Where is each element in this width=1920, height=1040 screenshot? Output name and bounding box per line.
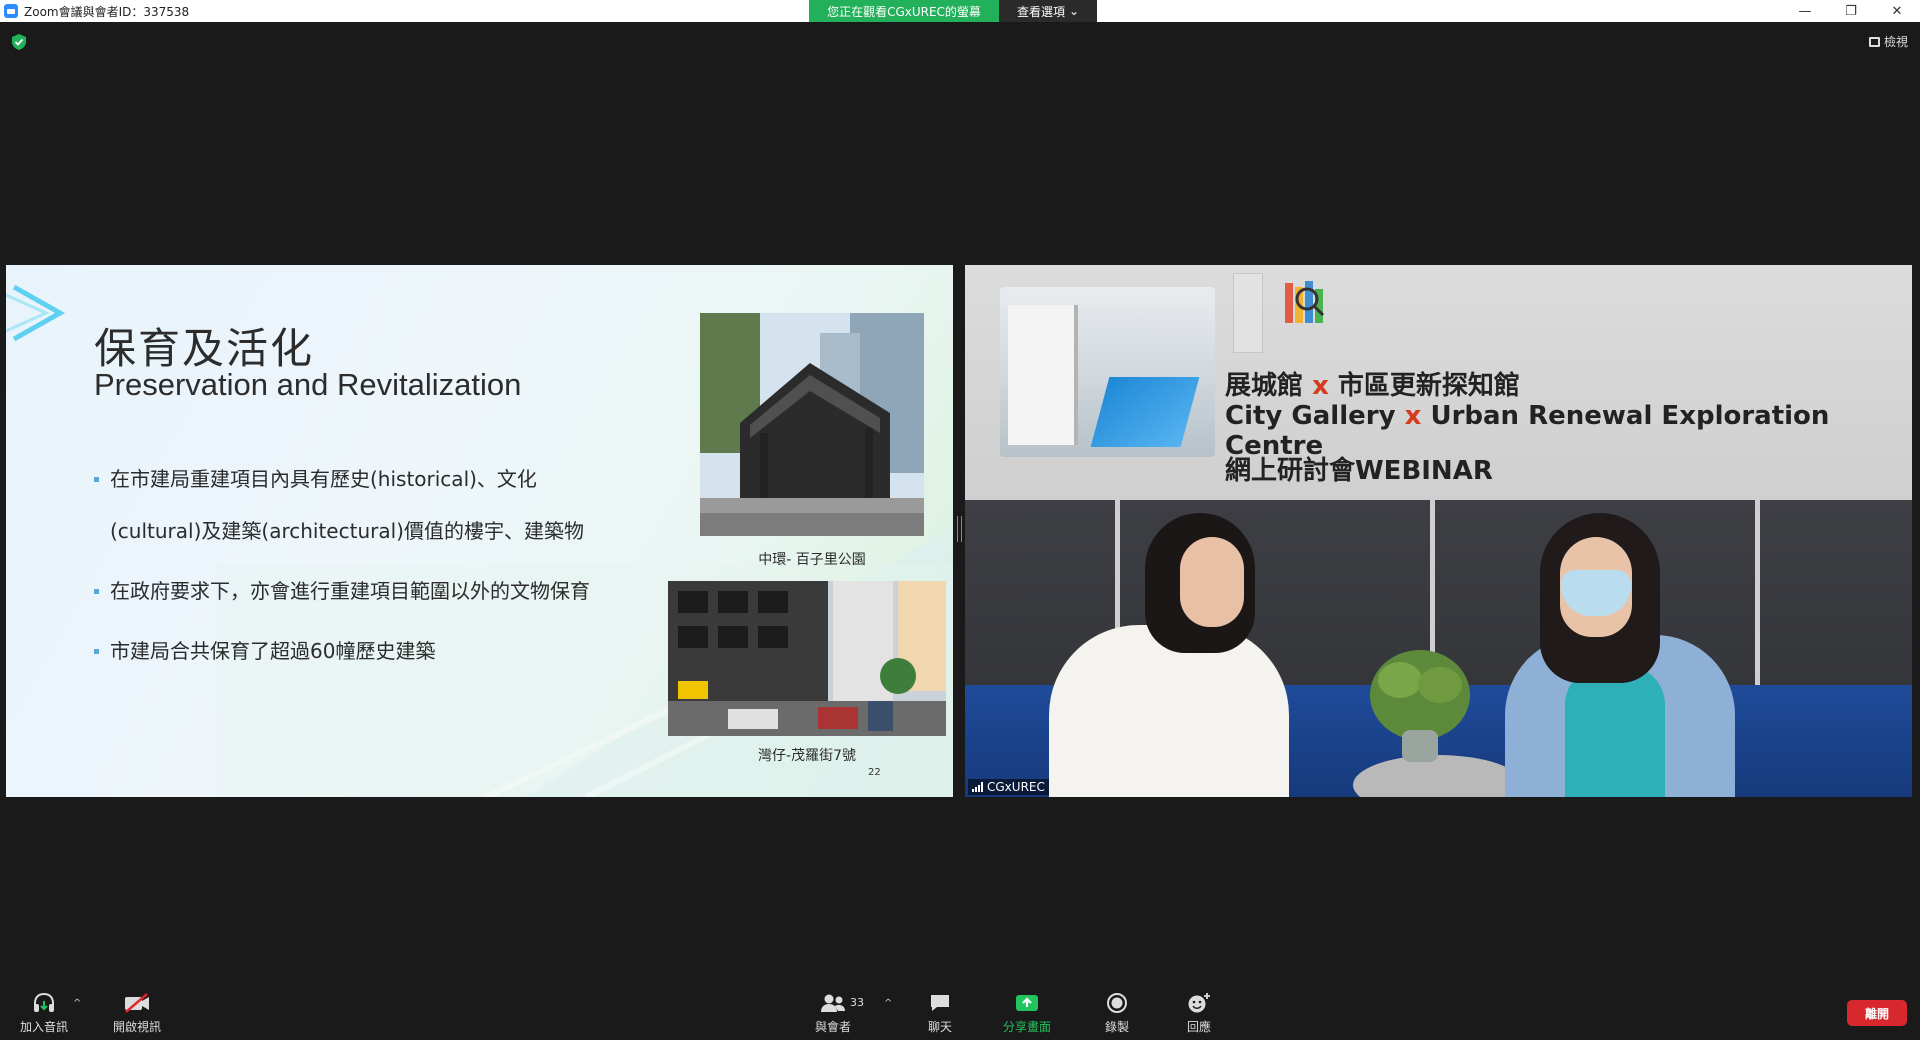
chat-label: 聊天 xyxy=(928,1020,953,1034)
slide-bullet-list: 在市建局重建項目內具有歷史(historical)、文化 (cultural)及… xyxy=(94,453,654,677)
participants-button[interactable]: 與會者 xyxy=(815,992,851,1035)
magnifier-logo-icon xyxy=(1285,281,1325,323)
record-icon xyxy=(1107,993,1127,1013)
participant-name: CGxUREC xyxy=(987,780,1045,794)
participants-options-caret[interactable]: ^ xyxy=(884,998,892,1009)
shared-screen-slide: 保育及活化 Preservation and Revitalization 在市… xyxy=(6,265,953,797)
restore-button[interactable]: ❐ xyxy=(1828,0,1874,22)
bullet-item: 市建局合共保育了超過60幢歷史建築 xyxy=(94,625,654,677)
potted-plant xyxy=(1370,650,1470,762)
share-screen-icon xyxy=(1016,995,1038,1011)
join-audio-button[interactable]: 加入音訊 xyxy=(20,992,68,1035)
participant-name-tag: CGxUREC xyxy=(968,779,1049,795)
slide-title-english: Preservation and Revitalization xyxy=(94,367,522,402)
slide-page-number: 22 xyxy=(868,767,881,778)
presenter-left-body xyxy=(1049,625,1289,797)
audio-options-caret[interactable]: ^ xyxy=(73,998,81,1009)
participants-icon xyxy=(821,994,845,1012)
gallery-view-icon xyxy=(1868,36,1880,47)
window-controls: — ❐ ✕ xyxy=(1782,0,1920,22)
view-options-button[interactable]: 查看選項 ⌄ xyxy=(999,0,1097,22)
view-options-label: 查看選項 xyxy=(1016,4,1065,19)
reactions-button[interactable]: 回應 xyxy=(1186,992,1212,1035)
headphones-icon xyxy=(34,992,54,1012)
photo-caption-central: 中環- 百子里公園 xyxy=(758,552,866,568)
participants-count: 33 xyxy=(850,996,864,1009)
reactions-label: 回應 xyxy=(1186,1020,1211,1034)
participant-video-tile[interactable]: 展城館 x 市區更新探知館 City Gallery x Urban Renew… xyxy=(965,265,1912,797)
signal-strength-icon xyxy=(972,782,983,792)
share-screen-label: 分享畫面 xyxy=(1003,1020,1052,1034)
bullet-continuation: (cultural)及建築(architectural)價值的樓宇、建築物 xyxy=(110,519,584,543)
record-label: 錄製 xyxy=(1105,1020,1130,1034)
viewing-banner: 您正在觀看CGxUREC的螢幕 查看選項 ⌄ xyxy=(809,0,1097,22)
zoom-logo-icon xyxy=(4,4,18,18)
chevron-right-icon xyxy=(6,284,66,342)
chat-bubble-icon xyxy=(931,995,949,1011)
security-shield-icon[interactable] xyxy=(12,34,26,50)
city-gallery-logo xyxy=(1233,273,1263,353)
chat-button[interactable]: 聊天 xyxy=(928,992,952,1035)
share-screen-button[interactable]: 分享畫面 xyxy=(1003,992,1051,1035)
bullet-item: 在市建局重建項目內具有歷史(historical)、文化 xyxy=(94,453,654,505)
emoji-reaction-icon xyxy=(1188,993,1210,1013)
presenter-left-face xyxy=(1180,537,1244,627)
viewing-screen-label: 您正在觀看CGxUREC的螢幕 xyxy=(809,0,999,22)
record-button[interactable]: 錄製 xyxy=(1105,992,1129,1035)
start-video-button[interactable]: 開啟視訊 xyxy=(113,992,161,1035)
meeting-toolbar: 加入音訊 ^ 開啟視訊 與會者 33 ^ 聊天 分享畫面 錄製 回應 xyxy=(0,984,1920,1040)
photo-caption-wanchai: 灣仔-茂羅街7號 xyxy=(758,748,856,764)
webinar-banner-line1: 展城館 x 市區更新探知館 xyxy=(1225,371,1520,401)
bullet-item: 在政府要求下，亦會進行重建項目範圍以外的文物保育 xyxy=(94,565,654,617)
title-bar: Zoom會議與會者ID：337538 您正在觀看CGxUREC的螢幕 查看選項 … xyxy=(0,0,1920,22)
window-title: Zoom會議與會者ID：337538 xyxy=(24,4,190,19)
street-building-photo xyxy=(668,581,946,736)
split-view-divider-handle[interactable] xyxy=(957,516,962,542)
view-button[interactable]: 檢視 xyxy=(1868,33,1908,50)
zoom-meeting-window: Zoom會議與會者ID：337538 您正在觀看CGxUREC的螢幕 查看選項 … xyxy=(0,0,1920,1040)
view-button-label: 檢視 xyxy=(1883,35,1908,49)
minimize-button[interactable]: — xyxy=(1782,0,1828,22)
presenter-right-shirt xyxy=(1565,665,1665,797)
video-off-icon xyxy=(125,993,149,1013)
join-audio-label: 加入音訊 xyxy=(20,1020,69,1034)
leave-meeting-button[interactable]: 離開 xyxy=(1847,1000,1907,1026)
gallery-room-image xyxy=(1000,287,1215,457)
start-video-label: 開啟視訊 xyxy=(113,1020,162,1034)
webinar-banner-line3: 網上研討會WEBINAR xyxy=(1225,456,1493,486)
chevron-down-icon: ⌄ xyxy=(1068,4,1080,18)
park-pavilion-photo xyxy=(700,313,924,536)
close-button[interactable]: ✕ xyxy=(1874,0,1920,22)
participants-label: 與會者 xyxy=(815,1020,852,1034)
